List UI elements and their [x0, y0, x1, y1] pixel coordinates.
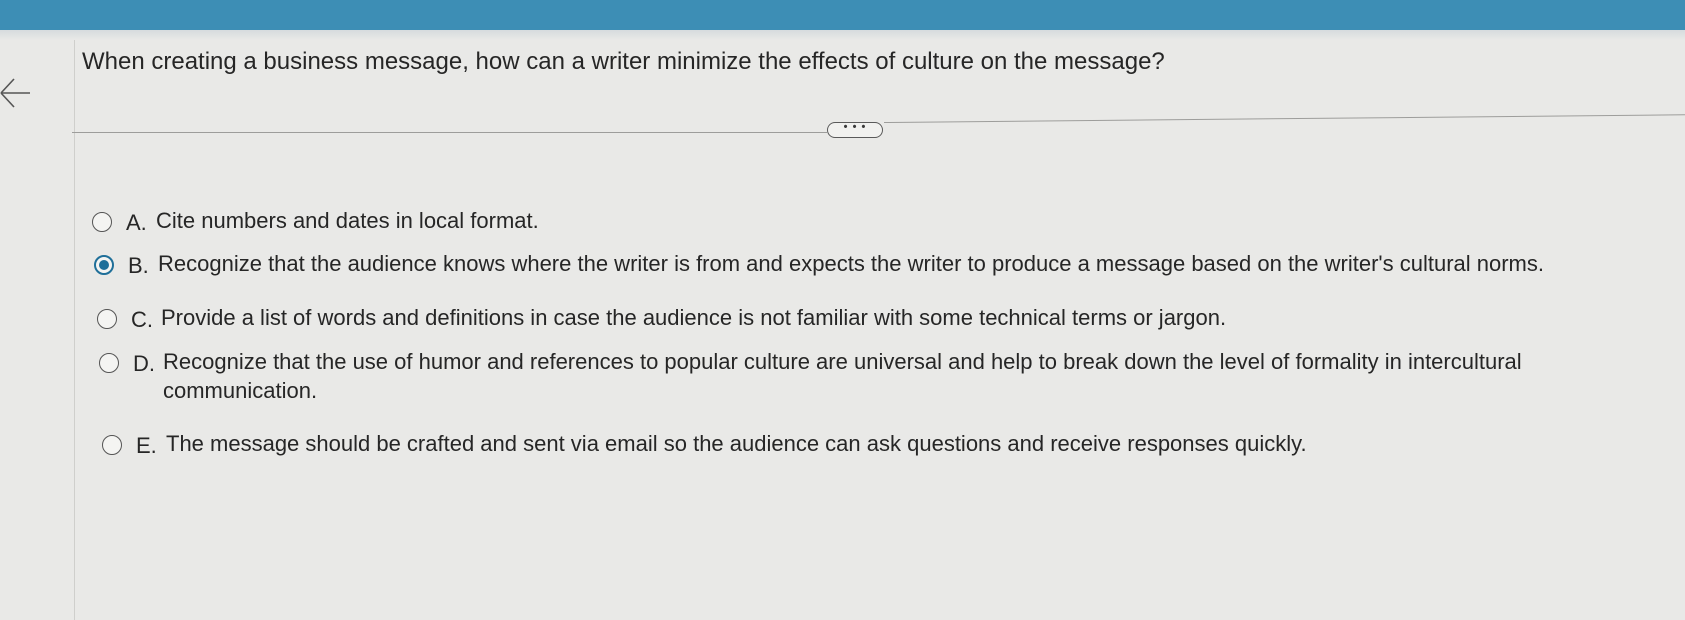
- option-text: Cite numbers and dates in local format.: [156, 208, 539, 233]
- radio-button-d[interactable]: [99, 353, 119, 373]
- radio-button-e[interactable]: [102, 435, 122, 455]
- answer-option-e[interactable]: E. The message should be crafted and sen…: [102, 431, 1307, 459]
- answer-option-d[interactable]: D. Recognize that the use of humor and r…: [99, 349, 1659, 405]
- radio-button-c[interactable]: [97, 309, 117, 329]
- radio-button-b[interactable]: [94, 255, 114, 275]
- answer-option-b[interactable]: B. Recognize that the audience knows whe…: [94, 251, 1544, 279]
- option-letter: D.: [133, 351, 155, 376]
- option-letter: C.: [131, 307, 153, 332]
- top-header-bar: [0, 0, 1685, 30]
- option-letter: A.: [126, 210, 147, 235]
- arrow-left-icon[interactable]: [0, 75, 34, 111]
- radio-button-a[interactable]: [92, 212, 112, 232]
- divider-line: [883, 114, 1685, 123]
- left-rail: [0, 40, 75, 620]
- option-letter: E.: [136, 433, 157, 458]
- question-text: When creating a business message, how ca…: [82, 48, 1165, 75]
- divider-line: [72, 132, 827, 133]
- answer-option-c[interactable]: C. Provide a list of words and definitio…: [97, 305, 1226, 333]
- option-text: Provide a list of words and definitions …: [161, 305, 1227, 330]
- option-letter: B.: [128, 253, 149, 278]
- header-shadow: [0, 30, 1685, 40]
- answer-option-a[interactable]: A. Cite numbers and dates in local forma…: [92, 208, 539, 236]
- option-text: Recognize that the use of humor and refe…: [163, 349, 1522, 403]
- more-button[interactable]: • • •: [827, 122, 883, 138]
- option-text: The message should be crafted and sent v…: [166, 431, 1307, 456]
- option-text: Recognize that the audience knows where …: [158, 251, 1544, 276]
